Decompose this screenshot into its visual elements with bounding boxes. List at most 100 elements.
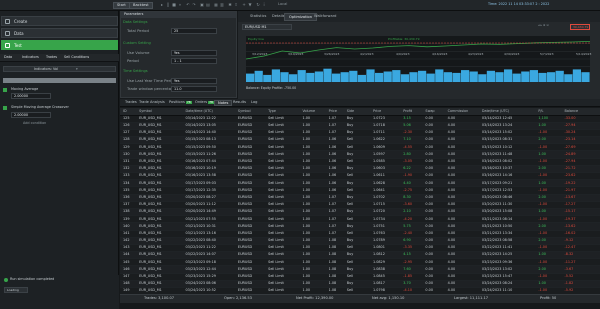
export-icon[interactable]: ⇧ bbox=[234, 3, 238, 8]
column-header[interactable]: Balance bbox=[561, 108, 600, 116]
subtab-trades[interactable]: Trades bbox=[46, 55, 57, 59]
column-header[interactable]: Type bbox=[265, 108, 300, 116]
table-cell: Sell Limit bbox=[265, 179, 300, 188]
table-cell: Sell Limit bbox=[265, 230, 300, 238]
subtab-indicators[interactable]: Indicators bbox=[22, 55, 39, 59]
column-header[interactable]: P/L bbox=[535, 108, 562, 116]
table-row[interactable]: 142 EUR_USD_M1 03/22/2023 08:40 EURUSD Sell … bbox=[120, 237, 600, 245]
table-cell: 4.00 bbox=[444, 150, 479, 159]
backtest-button[interactable]: Backtest bbox=[129, 2, 153, 9]
redo-icon[interactable]: ↷ bbox=[192, 3, 196, 8]
column-header[interactable]: Symbol bbox=[234, 108, 266, 116]
table-row[interactable]: 128 EUR_USD_M1 03/15/2023 08:13 EURUSD Sell … bbox=[120, 136, 600, 145]
table-row[interactable]: 143 EUR_USD_M1 03/22/2023 11:22 EURUSD Sell … bbox=[120, 244, 600, 253]
param-input[interactable]: 1 - 1 bbox=[171, 58, 217, 64]
checkbox-icon[interactable] bbox=[3, 106, 7, 110]
zoom-controls[interactable]: ◂ ▸ ⊕ ⊖ bbox=[538, 24, 549, 27]
table-row[interactable]: 141 EUR_USD_M1 03/21/2023 13:16 EURUSD Sell … bbox=[120, 230, 600, 238]
add-condition-button[interactable]: Add condition bbox=[23, 121, 46, 125]
checkbox-icon[interactable] bbox=[3, 88, 7, 92]
stop-icon[interactable]: ■ bbox=[172, 3, 176, 8]
table-row[interactable]: 148 EUR_USD_M1 03/24/2023 08:06 EURUSD Sell … bbox=[120, 280, 600, 289]
param-input[interactable]: 25 bbox=[171, 28, 217, 34]
column-header[interactable]: Date/time (UTC) bbox=[478, 108, 536, 116]
table-row[interactable]: 135 EUR_USD_M1 03/17/2023 12:35 EURUSD Sell … bbox=[120, 186, 600, 195]
table-cell: Buy bbox=[343, 150, 370, 159]
table-row[interactable]: 136 EUR_USD_M1 03/20/2023 08:27 EURUSD Sell … bbox=[120, 194, 600, 202]
settings-icon[interactable]: ✱ bbox=[228, 3, 232, 8]
tab-statistics[interactable]: Statistics bbox=[246, 13, 270, 21]
table-row[interactable]: 127 EUR_USD_M1 03/14/2023 14:40 EURUSD Sell … bbox=[120, 129, 600, 138]
tab-results[interactable]: Results bbox=[230, 100, 249, 106]
column-header[interactable]: Volume bbox=[299, 108, 326, 116]
table-row[interactable]: 131 EUR_USD_M1 03/16/2023 07:44 EURUSD Sell … bbox=[120, 158, 600, 166]
table-row[interactable]: 133 EUR_USD_M1 03/16/2023 13:58 EURUSD Sell … bbox=[120, 172, 600, 181]
refresh-icon[interactable]: ↻ bbox=[256, 3, 260, 8]
column-header[interactable]: Price bbox=[370, 108, 401, 116]
indicator-search[interactable]: Indicators: Vol ▾ bbox=[3, 66, 116, 72]
indicator-search-label: Indicators: Vol bbox=[34, 67, 59, 71]
chart-icon[interactable]: ▥ bbox=[220, 3, 224, 8]
save-icon[interactable]: ▣ bbox=[200, 3, 204, 8]
sidebar-item-data[interactable]: Data bbox=[1, 28, 118, 38]
condition-value-input[interactable]: 2.00000 bbox=[11, 112, 51, 118]
tab-positions[interactable]: Positions 78 bbox=[166, 100, 195, 106]
table-row[interactable]: 129 EUR_USD_M1 03/15/2023 09:50 EURUSD Sell … bbox=[120, 143, 600, 152]
start-button[interactable]: Start bbox=[113, 2, 130, 9]
tab-trade-analysis[interactable]: Trade Analysis bbox=[136, 100, 168, 106]
zoom-icon[interactable]: + bbox=[242, 3, 246, 8]
table-cell: 1.00 bbox=[299, 115, 326, 123]
volume-bar bbox=[555, 70, 564, 82]
param-input[interactable]: 11.0 bbox=[171, 86, 217, 92]
trades-table-container[interactable]: ID Symbol Date/time (UTC) Symbol Type Volume P… bbox=[120, 108, 600, 296]
column-header[interactable]: Swap bbox=[422, 108, 445, 116]
symbol-select[interactable]: EUR/USD M1 bbox=[242, 24, 292, 30]
sidebar-item-test[interactable]: Test bbox=[1, 40, 118, 50]
folder-icon[interactable]: ▤ bbox=[206, 3, 210, 8]
step-icon[interactable]: » bbox=[178, 3, 182, 8]
param-input[interactable]: Yes bbox=[171, 78, 217, 84]
table-row[interactable]: 144 EUR_USD_M1 03/22/2023 14:07 EURUSD Sell … bbox=[120, 251, 600, 260]
filter-icon[interactable]: ▼ bbox=[248, 3, 252, 8]
condition-value-input[interactable]: 2.00000 bbox=[11, 93, 51, 99]
table-cell: EUR_USD_M1 bbox=[136, 165, 183, 174]
param-input[interactable]: Yes bbox=[171, 50, 217, 56]
x-tick-label: 3/19/2023 bbox=[288, 52, 303, 56]
column-header[interactable]: Profit bbox=[400, 108, 423, 116]
pause-icon[interactable]: ‖ bbox=[166, 3, 170, 8]
table-row[interactable]: 146 EUR_USD_M1 03/23/2023 12:44 EURUSD Sell … bbox=[120, 265, 600, 274]
table-row[interactable]: 130 EUR_USD_M1 03/15/2023 11:26 EURUSD Sell … bbox=[120, 150, 600, 159]
table-row[interactable]: 137 EUR_USD_M1 03/20/2023 11:12 EURUSD Sell … bbox=[120, 201, 600, 209]
column-header[interactable]: Symbol bbox=[136, 108, 183, 116]
grid-icon[interactable]: ▦ bbox=[214, 3, 218, 8]
table-row[interactable]: 132 EUR_USD_M1 03/16/2023 10:19 EURUSD Sell … bbox=[120, 165, 600, 174]
table-cell: 1.0603 bbox=[370, 165, 401, 174]
column-header[interactable]: Side bbox=[343, 108, 370, 116]
table-cell: 03/23/2023 09:36 bbox=[478, 258, 536, 267]
subtab-sell-conditions[interactable]: Sell Conditions bbox=[64, 55, 89, 59]
table-row[interactable]: 126 EUR_USD_M1 03/14/2023 13:05 EURUSD Sell … bbox=[120, 122, 600, 130]
sidebar-item-create[interactable]: Create bbox=[1, 16, 118, 26]
table-row[interactable]: 138 EUR_USD_M1 03/20/2023 14:49 EURUSD Sell … bbox=[120, 208, 600, 217]
table-row[interactable]: 140 EUR_USD_M1 03/21/2023 10:31 EURUSD Sell … bbox=[120, 222, 600, 231]
info-icon[interactable]: i bbox=[262, 3, 266, 8]
subtab-data[interactable]: Data bbox=[4, 55, 12, 59]
tab-walkforward[interactable]: Walkforward bbox=[310, 13, 340, 21]
column-header[interactable]: Commission bbox=[444, 108, 479, 116]
panel-header: Parameters bbox=[121, 12, 236, 18]
equity-chart[interactable]: 3/12/2023 3/19/2023 3/26/2023 4/2/2023 4/9/2… bbox=[238, 32, 600, 94]
app-window: Start Backtest ▸ ‖ ■ » ↶ ↷ ▣ ▤ ▦ ▥ ✱ ⇧ +… bbox=[0, 0, 600, 309]
tab-log[interactable]: Log bbox=[248, 100, 260, 106]
undo-icon[interactable]: ↶ bbox=[186, 3, 190, 8]
table-row[interactable]: 139 EUR_USD_M1 03/21/2023 07:55 EURUSD Sell … bbox=[120, 215, 600, 224]
table-row[interactable]: 134 EUR_USD_M1 03/17/2023 09:03 EURUSD Sell … bbox=[120, 179, 600, 188]
table-row[interactable]: 147 EUR_USD_M1 03/23/2023 15:29 EURUSD Sell … bbox=[120, 273, 600, 281]
table-cell: 0.00 bbox=[422, 129, 445, 138]
play-icon[interactable]: ▸ bbox=[160, 3, 164, 8]
table-row[interactable]: 145 EUR_USD_M1 03/23/2023 09:18 EURUSD Sell … bbox=[120, 258, 600, 267]
column-header[interactable]: Price bbox=[325, 108, 344, 116]
column-header[interactable]: ID bbox=[120, 108, 137, 116]
column-header[interactable]: Date/time (UTC) bbox=[182, 108, 235, 116]
table-cell: -33.00 bbox=[561, 115, 600, 123]
table-row[interactable]: 125 EUR_USD_M1 03/14/2023 12:22 EURUSD Sell … bbox=[120, 115, 600, 123]
